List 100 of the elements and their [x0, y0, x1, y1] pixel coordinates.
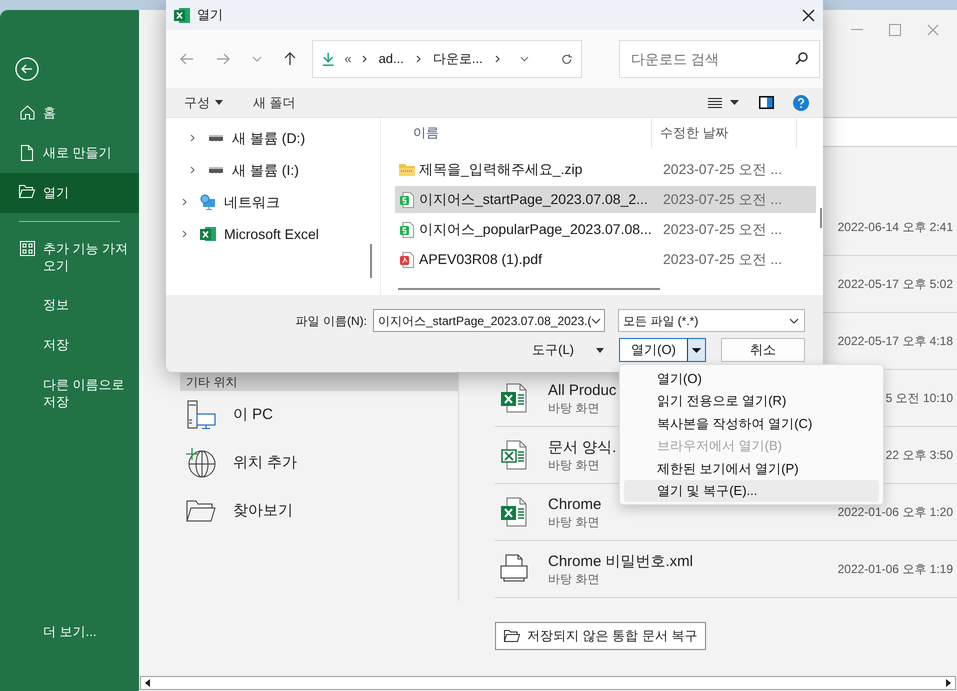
sidebar-item[interactable]: 홈	[0, 93, 139, 133]
caret-icon[interactable]	[730, 100, 739, 105]
chevron-down-icon[interactable]	[591, 318, 601, 324]
close-icon[interactable]	[802, 8, 815, 22]
spreadsheet-file-icon	[400, 192, 414, 208]
document-icon	[21, 145, 33, 161]
file-date: 2022-01-06 오후 1:20	[838, 504, 954, 521]
file-name[interactable]: 문서 양식.	[548, 438, 616, 456]
forward-arrow-icon[interactable]	[216, 53, 230, 65]
more-link[interactable]: 더 보기...	[0, 622, 139, 691]
chevron-right-icon[interactable]	[362, 55, 367, 63]
sidebar-item[interactable]: 저장	[0, 325, 139, 365]
up-arrow-icon[interactable]	[284, 52, 296, 66]
drive-icon	[209, 167, 223, 173]
file-location: 바탕 화면	[548, 514, 600, 530]
caret-icon[interactable]	[687, 339, 705, 361]
folder-icon	[19, 185, 35, 198]
tree-item[interactable]: Microsoft Excel	[166, 218, 380, 250]
preview-pane-icon[interactable]	[759, 96, 774, 109]
file-type-dropdown[interactable]: 모든 파일 (*.*)	[618, 309, 805, 332]
location-item[interactable]: 찾아보기	[180, 487, 458, 535]
file-location: 바탕 화면	[548, 400, 600, 416]
help-icon[interactable]	[793, 94, 809, 110]
file-location: 바탕 화면	[548, 456, 600, 472]
view-list-icon[interactable]	[708, 96, 722, 108]
column-header[interactable]: 이름	[385, 118, 652, 148]
menu-item[interactable]: 열기(O)	[624, 367, 879, 390]
chevron-right-icon[interactable]	[182, 230, 186, 238]
open-split-button[interactable]: 열기(O)	[619, 338, 706, 362]
cancel-button[interactable]: 취소	[721, 338, 805, 362]
tree-item[interactable]: 새 볼륨 (I:)	[166, 154, 380, 186]
folder-icon	[186, 500, 216, 522]
breadcrumb-item[interactable]: 다운로...	[432, 49, 483, 69]
chevron-right-icon[interactable]	[182, 198, 186, 206]
menu-item[interactable]: 복사본을 작성하여 열기(C)	[624, 412, 879, 434]
file-row[interactable]: 제목을_입력해주세요_.zip 2023-07-25 오전 ...	[395, 156, 816, 183]
globe-plus-icon	[186, 448, 216, 478]
file-name[interactable]: Chrome	[548, 494, 602, 514]
recover-button[interactable]: 저장되지 않은 통합 문서 복구	[495, 622, 706, 650]
menu-item[interactable]: 열기 및 복구(E)...	[624, 480, 879, 502]
location-item[interactable]: 위치 추가	[180, 439, 458, 487]
section-heading: 기타 위치	[180, 373, 458, 391]
tools-menu[interactable]: 도구(L)	[532, 340, 604, 360]
new-folder-button[interactable]: 새 폴더	[253, 92, 296, 112]
address-bar[interactable]: « ad... 다운로...	[312, 40, 582, 78]
refresh-icon[interactable]	[560, 52, 572, 66]
file-name-label: 파일 이름(N):	[296, 312, 367, 330]
spreadsheet-app-icon	[174, 6, 191, 24]
caret-icon	[596, 348, 604, 352]
file-row[interactable]: APEV03R08 (1).pdf 2023-07-25 오전 ...	[395, 246, 816, 273]
home-icon	[20, 105, 34, 120]
folder-icon	[504, 630, 520, 642]
column-header[interactable]: 수정한 날짜	[652, 118, 797, 148]
maximize-icon[interactable]	[889, 24, 901, 36]
chevron-right-icon[interactable]	[416, 55, 421, 63]
zip-folder-icon	[399, 162, 415, 176]
file-name[interactable]: All Produc	[548, 380, 616, 400]
chevron-right-icon[interactable]	[190, 134, 194, 142]
breadcrumb-item[interactable]: ad...	[378, 49, 404, 69]
pdf-file-icon	[400, 252, 414, 268]
chevron-right-icon[interactable]	[494, 55, 500, 63]
spreadsheet-file-icon	[501, 440, 527, 470]
grid-icon	[20, 241, 34, 256]
computer-icon	[186, 400, 216, 430]
menu-item[interactable]: 읽기 전용으로 열기(R)	[624, 390, 879, 412]
horizontal-scrollbar[interactable]	[140, 676, 956, 690]
search-field[interactable]: 다운로드 검색	[619, 40, 820, 78]
menu-item[interactable]: 제한된 보기에서 열기(P)	[624, 457, 879, 480]
network-icon	[200, 194, 216, 210]
tree-item[interactable]: 새 볼륨 (D:)	[166, 122, 380, 154]
chevron-down-icon[interactable]	[789, 318, 799, 324]
file-date: 5 오전 10:10	[886, 390, 954, 407]
sidebar-item[interactable]: 추가 기능 가져오기	[0, 230, 139, 285]
drive-icon	[209, 135, 223, 141]
file-date: 22 오후 3:50	[886, 447, 954, 464]
printer-file-icon	[500, 554, 528, 584]
scrollbar-thumb[interactable]	[820, 208, 822, 228]
chevron-right-icon[interactable]	[190, 166, 194, 174]
file-name[interactable]: Chrome 비밀번호.xml	[548, 552, 694, 570]
sidebar-item[interactable]: 정보	[0, 285, 139, 325]
tree-item[interactable]: 네트워크	[166, 186, 380, 218]
file-name-combobox[interactable]: 이지어스_startPage_2023.07.08_2023.(	[373, 309, 605, 332]
chevron-down-icon[interactable]	[520, 56, 529, 62]
file-row[interactable]: 이지어스_startPage_2023.07.08_2... 2023-07-25 오전 ...	[395, 186, 816, 213]
search-icon[interactable]	[795, 52, 808, 65]
scrollbar-thumb[interactable]	[370, 244, 372, 278]
file-location: 바탕 화면	[548, 570, 600, 586]
sidebar-item[interactable]: 다른 이름으로 저장	[0, 365, 139, 410]
scrollbar-thumb[interactable]	[398, 288, 660, 290]
back-arrow-icon[interactable]	[180, 53, 194, 65]
sidebar-item[interactable]: 새로 만들기	[0, 133, 139, 173]
organize-menu[interactable]: 구성	[184, 92, 223, 112]
sidebar-item[interactable]: 열기	[0, 173, 139, 213]
breadcrumb-item[interactable]: «	[344, 49, 352, 69]
spreadsheet-app-icon	[200, 226, 216, 242]
location-item[interactable]: 이 PC	[180, 391, 458, 439]
spreadsheet-file-icon	[501, 383, 527, 413]
spreadsheet-file-icon	[501, 497, 527, 527]
minimize-icon[interactable]	[851, 29, 863, 31]
file-row[interactable]: 이지어스_popularPage_2023.07.08... 2023-07-25 오전 ...	[395, 216, 816, 243]
